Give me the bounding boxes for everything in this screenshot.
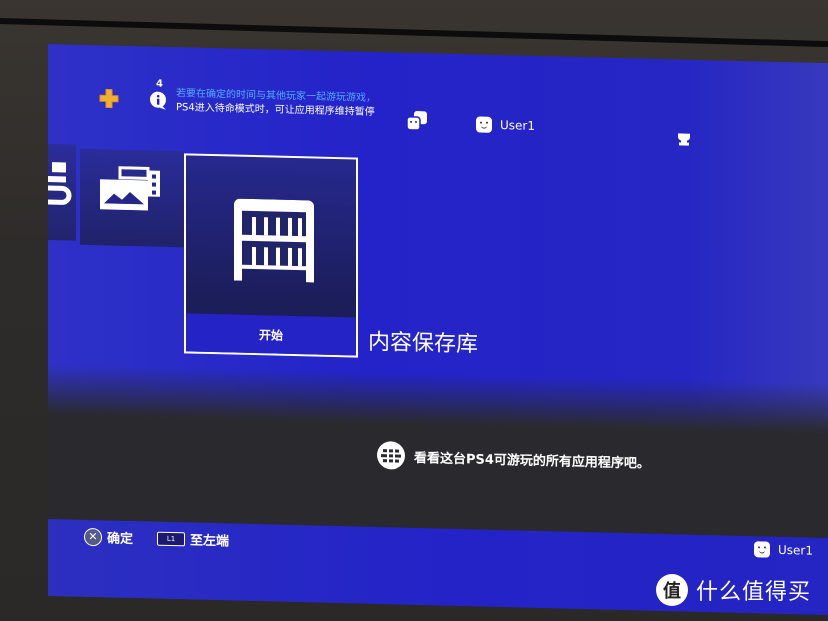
tile-title: 内容保存库 (368, 329, 479, 358)
watermark-text: 什么值得买 (696, 580, 812, 605)
info-panel (48, 414, 828, 539)
hint-text: 看看这台PS4可游玩的所有应用程序吧。 (414, 450, 650, 472)
watermark: 值 什么值得买 (656, 574, 811, 606)
trophy-icon[interactable] (676, 131, 692, 147)
confirm-label: 确定 (107, 531, 134, 548)
left-end-label: 至左端 (190, 533, 230, 550)
start-button[interactable]: 开始 (186, 313, 356, 356)
projector-frame-edge (0, 18, 828, 50)
globe-icon (377, 441, 405, 470)
tv-video-icon (48, 162, 72, 205)
library-shelf-icon (234, 198, 314, 283)
user-avatar-icon (476, 116, 492, 133)
user-profile-top[interactable]: User1 (476, 116, 535, 133)
l1-button-icon: L1 (157, 531, 186, 546)
cross-button-icon: ✕ (84, 527, 102, 546)
notification-icon[interactable] (148, 90, 168, 110)
friends-icon[interactable] (406, 111, 428, 132)
capture-gallery-icon (100, 166, 160, 211)
user-name: User1 (500, 118, 535, 133)
go-to-left-end-action[interactable]: L1 至左端 (157, 529, 230, 550)
ps4-screen: 4 若要在确定的时间与其他玩家一起游玩游戏， PS4进入待命模式时，可让应用程序… (48, 44, 828, 616)
tile-library[interactable]: 开始 (184, 153, 358, 358)
watermark-logo-icon: 值 (656, 574, 688, 606)
tile-capture-gallery[interactable] (80, 148, 184, 248)
confirm-action[interactable]: ✕ 确定 (84, 527, 133, 547)
ps-plus-icon[interactable] (98, 87, 120, 110)
notification-count: 4 (156, 78, 163, 90)
user-avatar-icon (754, 541, 770, 558)
user-profile-bottom[interactable]: User1 (754, 541, 813, 558)
footer-actions: ✕ 确定 L1 至左端 (84, 527, 243, 550)
start-label: 开始 (258, 327, 283, 343)
tile-tv-video[interactable] (48, 143, 76, 241)
notification-message[interactable]: 若要在确定的时间与其他玩家一起游玩游戏， PS4进入待命模式时，可让应用程序维持… (176, 87, 376, 120)
user-name-footer: User1 (778, 542, 813, 558)
